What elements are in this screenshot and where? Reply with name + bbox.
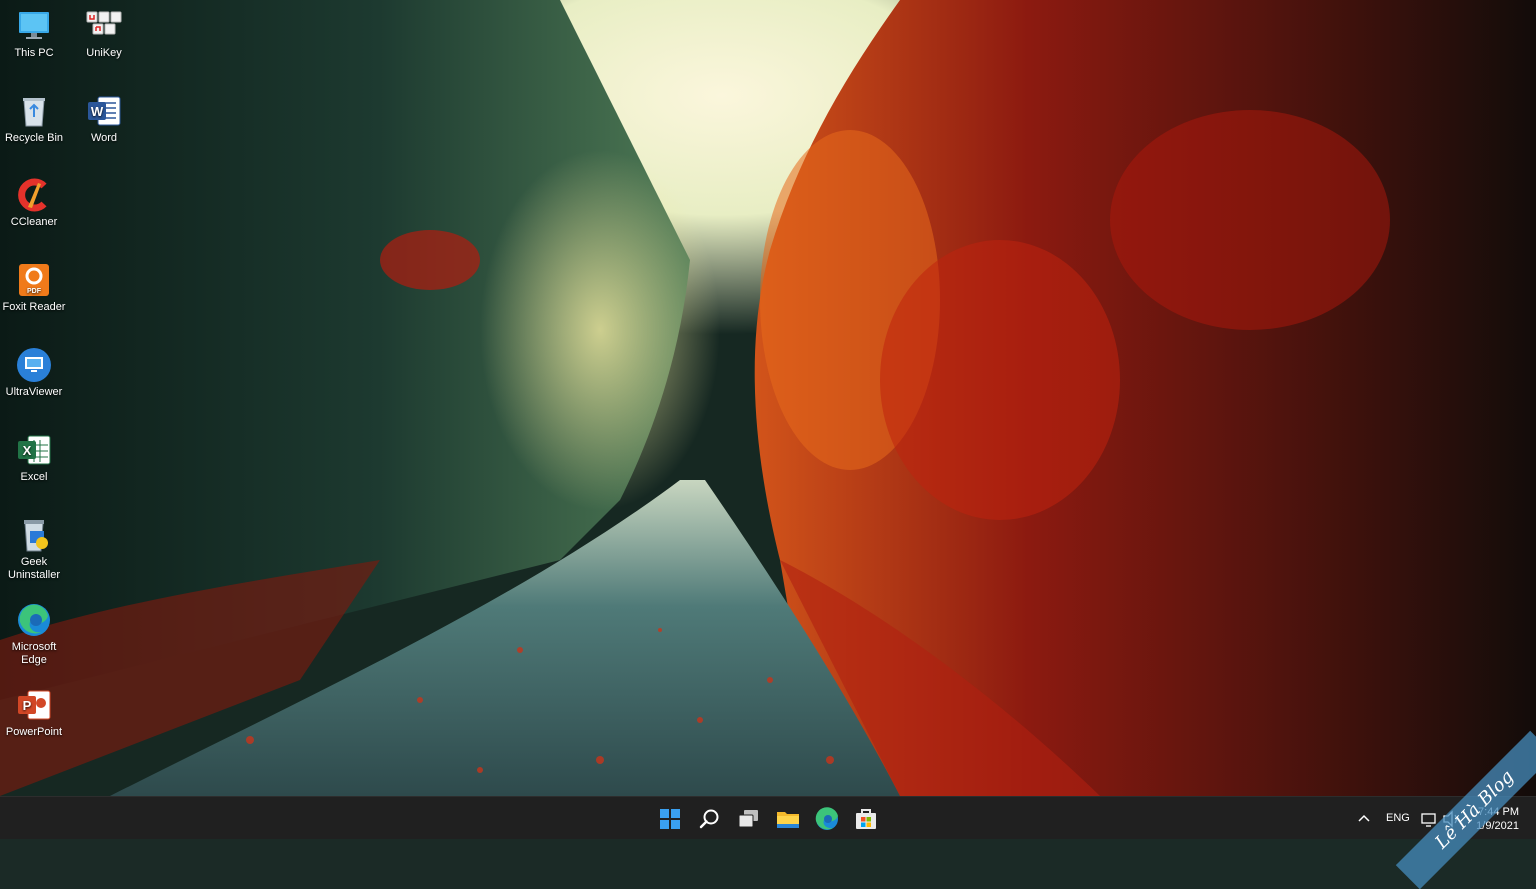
show-hidden-icons-button[interactable] <box>1352 803 1376 835</box>
desktop-icon-recycle-bin[interactable]: Recycle Bin <box>0 93 68 145</box>
chevron-up-icon <box>1358 814 1370 822</box>
desktop-icon-ultraviewer[interactable]: UltraViewer <box>0 347 68 399</box>
taskbar: ENG 7:44 PM 1/9/2021 <box>0 796 1536 839</box>
powerpoint-icon: P <box>16 687 52 723</box>
file-explorer-button[interactable] <box>772 803 804 835</box>
desktop-icon-ccleaner[interactable]: CCleaner <box>0 177 68 229</box>
input-language-indicator[interactable]: ENG <box>1386 812 1410 824</box>
store-icon <box>856 809 876 829</box>
file-explorer-icon <box>777 812 799 828</box>
task-view-button[interactable] <box>733 803 765 835</box>
desktop-icon-foxit-reader[interactable]: PDF Foxit Reader <box>0 262 68 314</box>
svg-text:P: P <box>23 698 32 713</box>
geek-uninstaller-icon <box>16 517 52 553</box>
svg-text:X: X <box>23 443 32 458</box>
edge-icon <box>16 602 52 638</box>
desktop-icon-label: Word <box>90 132 118 144</box>
unikey-icon <box>86 8 122 44</box>
start-button[interactable] <box>654 803 686 835</box>
desktop-icon-word[interactable]: W Word <box>70 93 138 145</box>
desktop-icon-label: UniKey <box>86 47 122 59</box>
edge-icon <box>815 807 838 830</box>
desktop-icon-label: Foxit Reader <box>2 301 66 313</box>
desktop-icon-geek-uninstaller[interactable]: Geek Uninstaller <box>0 517 68 582</box>
ccleaner-icon <box>16 177 52 213</box>
start-icon <box>660 809 680 829</box>
recycle-bin-icon <box>16 93 52 129</box>
desktop-icon-label: Recycle Bin <box>4 132 64 144</box>
excel-icon: X <box>16 432 52 468</box>
search-button[interactable] <box>694 803 726 835</box>
task-view-icon <box>738 810 758 828</box>
desktop-icon-label: Geek Uninstaller <box>8 556 60 581</box>
desktop-icon-excel[interactable]: X Excel <box>0 432 68 484</box>
desktop-icon-label: UltraViewer <box>5 386 63 398</box>
desktop-icon-label: PowerPoint <box>5 726 63 738</box>
desktop-wallpaper <box>0 0 1536 796</box>
store-button[interactable] <box>850 803 882 835</box>
desktop-icon-unikey[interactable]: UniKey <box>70 8 138 60</box>
ultraviewer-icon <box>16 347 52 383</box>
word-icon: W <box>86 93 122 129</box>
desktop-icon-this-pc[interactable]: This PC <box>0 8 68 60</box>
desktop-icon-powerpoint[interactable]: P PowerPoint <box>0 687 68 739</box>
desktop-icon-label: Excel <box>20 471 48 483</box>
desktop-icon-label: Microsoft Edge <box>11 641 57 666</box>
foxit-reader-icon: PDF <box>16 262 52 298</box>
desktop-icon-label: This PC <box>14 47 54 59</box>
search-icon <box>699 809 719 829</box>
desktop-icon-label: CCleaner <box>10 216 58 228</box>
this-pc-icon <box>16 8 52 44</box>
svg-text:W: W <box>91 104 104 119</box>
edge-taskbar-button[interactable] <box>811 803 843 835</box>
svg-text:PDF: PDF <box>27 288 42 295</box>
desktop-icon-microsoft-edge[interactable]: Microsoft Edge <box>0 602 68 667</box>
